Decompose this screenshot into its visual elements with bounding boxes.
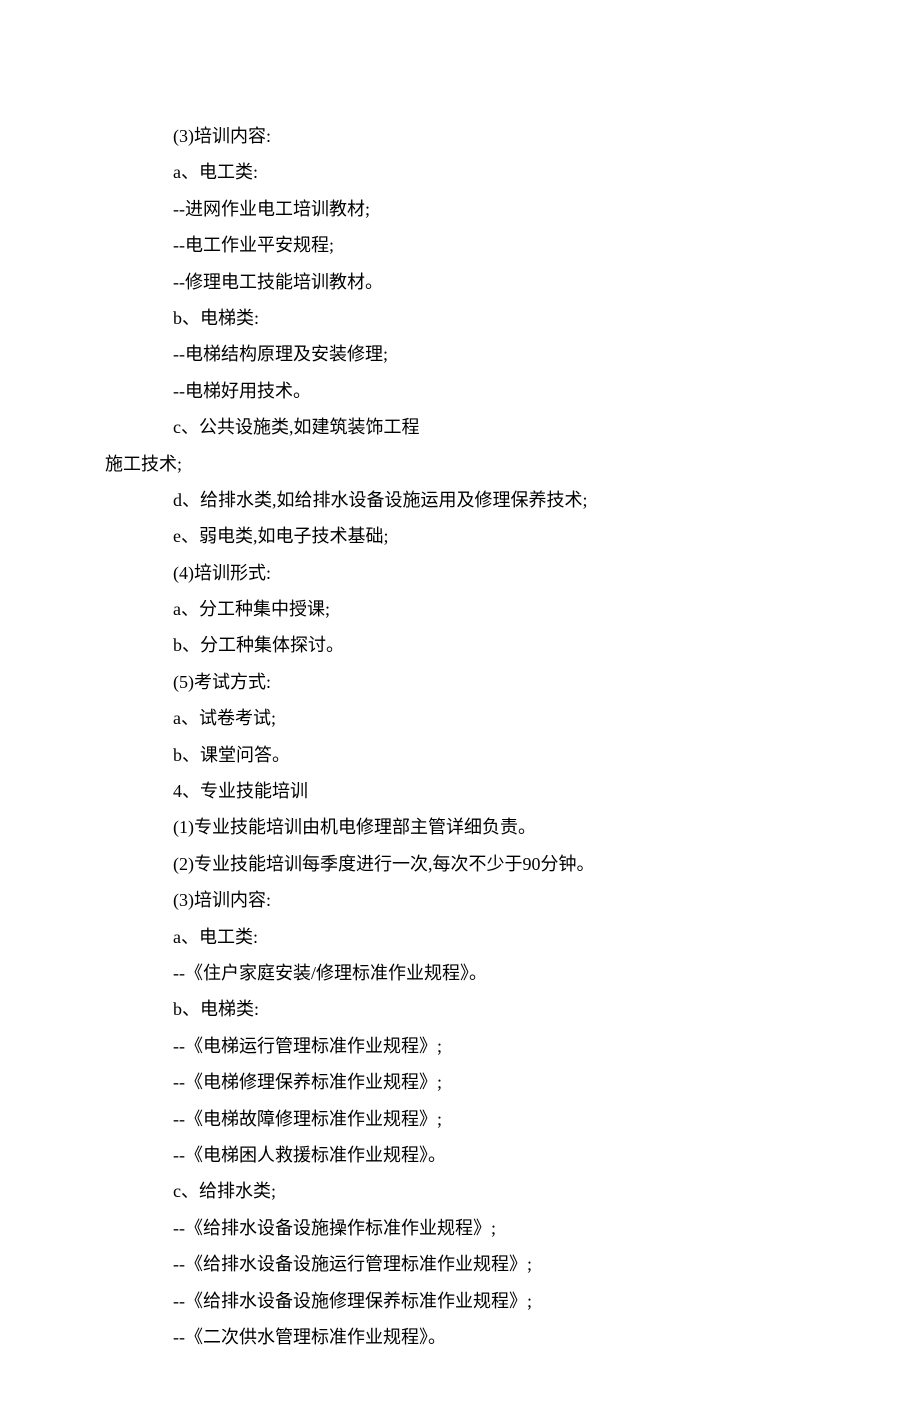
document-body: (3)培训内容: a、电工类: --进网作业电工培训教材; --电工作业平安规程; --… xyxy=(105,120,820,1353)
text-line: --《给排水设备设施运行管理标准作业规程》; xyxy=(105,1248,820,1280)
text-line: (3)培训内容: xyxy=(105,120,820,152)
text-line: 4、专业技能培训 xyxy=(105,775,820,807)
text-line: a、电工类: xyxy=(105,921,820,953)
text-line: 施工技术; xyxy=(105,448,820,480)
text-line: (3)培训内容: xyxy=(105,884,820,916)
text-line: c、公共设施类,如建筑装饰工程 xyxy=(105,411,820,443)
text-line: a、电工类: xyxy=(105,156,820,188)
text-line: --《电梯困人救援标准作业规程》。 xyxy=(105,1139,820,1171)
text-line: (2)专业技能培训每季度进行一次,每次不少于90分钟。 xyxy=(105,848,820,880)
text-line: --《二次供水管理标准作业规程》。 xyxy=(105,1321,820,1353)
text-line: --《电梯故障修理标准作业规程》; xyxy=(105,1103,820,1135)
text-line: b、课堂问答。 xyxy=(105,739,820,771)
text-line: b、电梯类: xyxy=(105,302,820,334)
text-line: (5)考试方式: xyxy=(105,666,820,698)
text-line: b、分工种集体探讨。 xyxy=(105,629,820,661)
text-line: --电工作业平安规程; xyxy=(105,229,820,261)
text-line: (4)培训形式: xyxy=(105,557,820,589)
text-line: --《电梯修理保养标准作业规程》; xyxy=(105,1066,820,1098)
text-line: (1)专业技能培训由机电修理部主管详细负责。 xyxy=(105,811,820,843)
text-line: --进网作业电工培训教材; xyxy=(105,193,820,225)
text-line: b、电梯类: xyxy=(105,993,820,1025)
text-line: d、给排水类,如给排水设备设施运用及修理保养技术; xyxy=(105,484,820,516)
text-line: --修理电工技能培训教材。 xyxy=(105,266,820,298)
text-line: c、给排水类; xyxy=(105,1175,820,1207)
text-line: --电梯好用技术。 xyxy=(105,375,820,407)
text-line: --电梯结构原理及安装修理; xyxy=(105,338,820,370)
text-line: --《给排水设备设施修理保养标准作业规程》; xyxy=(105,1285,820,1317)
text-line: a、试卷考试; xyxy=(105,702,820,734)
text-line: --《住户家庭安装/修理标准作业规程》。 xyxy=(105,957,820,989)
text-line: --《给排水设备设施操作标准作业规程》; xyxy=(105,1212,820,1244)
text-line: a、分工种集中授课; xyxy=(105,593,820,625)
text-line: --《电梯运行管理标准作业规程》; xyxy=(105,1030,820,1062)
text-line: e、弱电类,如电子技术基础; xyxy=(105,520,820,552)
